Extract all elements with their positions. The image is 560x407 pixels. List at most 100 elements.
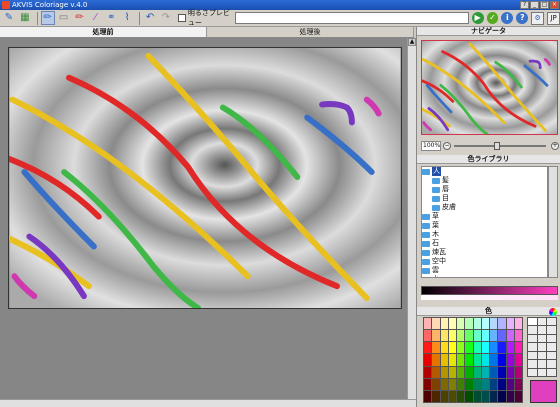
palette-swatch[interactable]	[465, 354, 473, 366]
zoom-out-button[interactable]: −	[443, 142, 451, 150]
vertical-scrollbar[interactable]: ▲	[407, 38, 416, 400]
redo-icon[interactable]: ↷	[159, 11, 173, 25]
gray-swatch[interactable]	[547, 368, 556, 376]
palette-swatch[interactable]	[490, 318, 498, 330]
palette-swatch[interactable]	[424, 378, 432, 390]
library-item[interactable]: 石	[422, 239, 547, 248]
palette-swatch[interactable]	[473, 378, 481, 390]
library-item[interactable]: 雲	[422, 266, 547, 275]
palette-swatch[interactable]	[457, 342, 465, 354]
palette-swatch[interactable]	[514, 390, 522, 402]
zoom-field[interactable]: 100%	[421, 141, 441, 151]
gray-swatch[interactable]	[528, 326, 537, 334]
library-item[interactable]: 髪	[422, 176, 547, 185]
palette-swatch[interactable]	[498, 366, 506, 378]
eyedropper-icon[interactable]: ⌇	[120, 11, 134, 25]
palette-swatch[interactable]	[506, 366, 514, 378]
palette-swatch[interactable]	[481, 366, 489, 378]
palette-swatch[interactable]	[498, 354, 506, 366]
horizontal-scrollbar[interactable]	[0, 399, 416, 407]
grayscale-palette[interactable]	[527, 317, 557, 377]
library-item[interactable]: 目	[422, 194, 547, 203]
photo-canvas[interactable]	[8, 47, 402, 309]
maximize-button[interactable]: □	[540, 1, 549, 9]
gray-swatch[interactable]	[547, 343, 556, 351]
palette-swatch[interactable]	[481, 354, 489, 366]
save-image-icon[interactable]: ▦	[18, 11, 32, 25]
help-window-button[interactable]: ?	[520, 1, 529, 9]
palette-swatch[interactable]	[473, 354, 481, 366]
zoom-in-button[interactable]: +	[551, 142, 559, 150]
palette-swatch[interactable]	[481, 342, 489, 354]
palette-swatch[interactable]	[448, 330, 456, 342]
palette-swatch[interactable]	[465, 318, 473, 330]
library-scrollbar[interactable]	[548, 166, 558, 278]
library-item[interactable]: 空中	[422, 257, 547, 266]
language-button[interactable]: JP	[547, 11, 560, 25]
gray-swatch[interactable]	[528, 368, 537, 376]
palette-swatch[interactable]	[490, 390, 498, 402]
palette-swatch[interactable]	[432, 354, 440, 366]
tab-before[interactable]: 処理前	[0, 27, 207, 37]
palette-swatch[interactable]	[514, 318, 522, 330]
gray-swatch[interactable]	[537, 318, 547, 326]
palette-swatch[interactable]	[473, 366, 481, 378]
palette-swatch[interactable]	[440, 390, 448, 402]
magic-tube-icon[interactable]: ⁄	[88, 11, 102, 25]
palette-swatch[interactable]	[465, 330, 473, 342]
palette-swatch[interactable]	[481, 390, 489, 402]
brightness-preview-checkbox[interactable]	[177, 14, 186, 22]
palette-swatch[interactable]	[498, 318, 506, 330]
gray-swatch[interactable]	[547, 351, 556, 360]
palette-swatch[interactable]	[498, 342, 506, 354]
palette-swatch[interactable]	[440, 354, 448, 366]
palette-swatch[interactable]	[448, 390, 456, 402]
palette-swatch[interactable]	[514, 342, 522, 354]
palette-swatch[interactable]	[424, 366, 432, 378]
gray-swatch[interactable]	[528, 343, 537, 351]
scroll-up-arrow[interactable]: ▲	[408, 38, 416, 46]
gray-swatch[interactable]	[547, 318, 556, 326]
palette-swatch[interactable]	[506, 330, 514, 342]
undo-icon[interactable]: ↶	[143, 11, 157, 25]
close-button[interactable]: ×	[550, 1, 559, 9]
palette-swatch[interactable]	[448, 366, 456, 378]
palette-swatch[interactable]	[457, 318, 465, 330]
palette-swatch[interactable]	[490, 342, 498, 354]
palette-swatch[interactable]	[506, 318, 514, 330]
library-item[interactable]: 唇	[422, 185, 547, 194]
settings-icon[interactable]: ⚙	[531, 11, 545, 25]
palette-swatch[interactable]	[424, 318, 432, 330]
keep-color-pencil-icon[interactable]: ✏	[73, 11, 87, 25]
gray-swatch[interactable]	[537, 360, 547, 368]
palette-swatch[interactable]	[424, 330, 432, 342]
palette-swatch[interactable]	[440, 342, 448, 354]
palette-swatch[interactable]	[506, 390, 514, 402]
palette-swatch[interactable]	[481, 378, 489, 390]
palette-swatch[interactable]	[490, 378, 498, 390]
palette-swatch[interactable]	[490, 330, 498, 342]
palette-swatch[interactable]	[498, 330, 506, 342]
palette-swatch[interactable]	[440, 366, 448, 378]
gradient-bar[interactable]	[421, 286, 558, 295]
library-item[interactable]: 人	[422, 167, 547, 176]
library-item[interactable]: 水	[422, 275, 547, 277]
path-field[interactable]	[235, 12, 469, 24]
pencil-tool-icon[interactable]: ✏	[40, 11, 55, 25]
palette-swatch[interactable]	[514, 330, 522, 342]
palette-swatch[interactable]	[440, 330, 448, 342]
apply-icon[interactable]: ✓	[486, 12, 499, 24]
palette-swatch[interactable]	[465, 342, 473, 354]
palette-swatch[interactable]	[514, 354, 522, 366]
palette-swatch[interactable]	[465, 378, 473, 390]
palette-swatch[interactable]	[498, 390, 506, 402]
palette-swatch[interactable]	[424, 390, 432, 402]
palette-swatch[interactable]	[506, 378, 514, 390]
palette-swatch[interactable]	[457, 378, 465, 390]
run-button[interactable]: ▶	[471, 12, 484, 24]
navigator-thumbnail[interactable]	[421, 40, 558, 135]
gray-swatch[interactable]	[547, 360, 556, 368]
palette-swatch[interactable]	[473, 330, 481, 342]
gray-swatch[interactable]	[537, 334, 547, 343]
palette-swatch[interactable]	[465, 390, 473, 402]
